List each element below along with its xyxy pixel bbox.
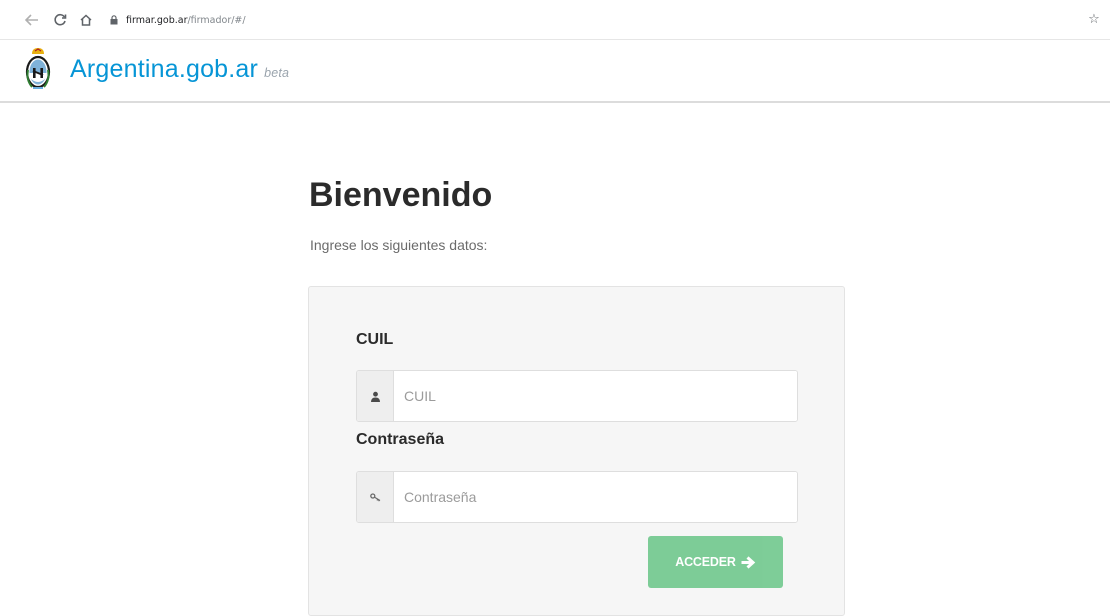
main-content: Bienvenido Ingrese los siguientes datos:… <box>0 103 1110 616</box>
coat-of-arms-icon[interactable] <box>24 46 52 92</box>
cuil-input-group <box>356 370 798 422</box>
page-title: Bienvenido <box>309 176 493 214</box>
key-icon <box>357 472 394 522</box>
brand-name: Argentina.gob.ar <box>70 55 259 83</box>
submit-label: ACCEDER <box>675 555 736 569</box>
browser-toolbar: firmar.gob.ar/firmador/#/ ☆ <box>0 0 1110 40</box>
address-bar[interactable]: firmar.gob.ar/firmador/#/ <box>108 9 1088 31</box>
lock-icon <box>108 13 120 27</box>
arrow-right-icon <box>741 555 756 569</box>
page-subtitle: Ingrese los siguientes datos: <box>310 237 488 253</box>
cuil-label: CUIL <box>356 331 394 348</box>
beta-badge: beta <box>264 66 290 80</box>
cuil-input[interactable] <box>394 371 797 421</box>
reload-icon[interactable] <box>50 10 70 30</box>
password-label: Contraseña <box>356 431 445 448</box>
url-path: /firmador/#/ <box>187 14 246 26</box>
home-icon[interactable] <box>76 10 96 30</box>
submit-button[interactable]: ACCEDER <box>648 536 783 588</box>
password-input-group <box>356 471 798 523</box>
site-header: Argentina.gob.ar beta <box>0 40 1110 103</box>
password-input[interactable] <box>394 472 797 522</box>
url-host: firmar.gob.ar <box>126 14 188 26</box>
login-form: CUIL Contraseña ACCEDER <box>308 286 845 616</box>
site-brand[interactable]: Argentina.gob.ar beta <box>70 55 289 84</box>
star-icon[interactable]: ☆ <box>1086 10 1102 28</box>
back-arrow-icon[interactable] <box>22 10 42 30</box>
user-icon <box>357 371 394 421</box>
